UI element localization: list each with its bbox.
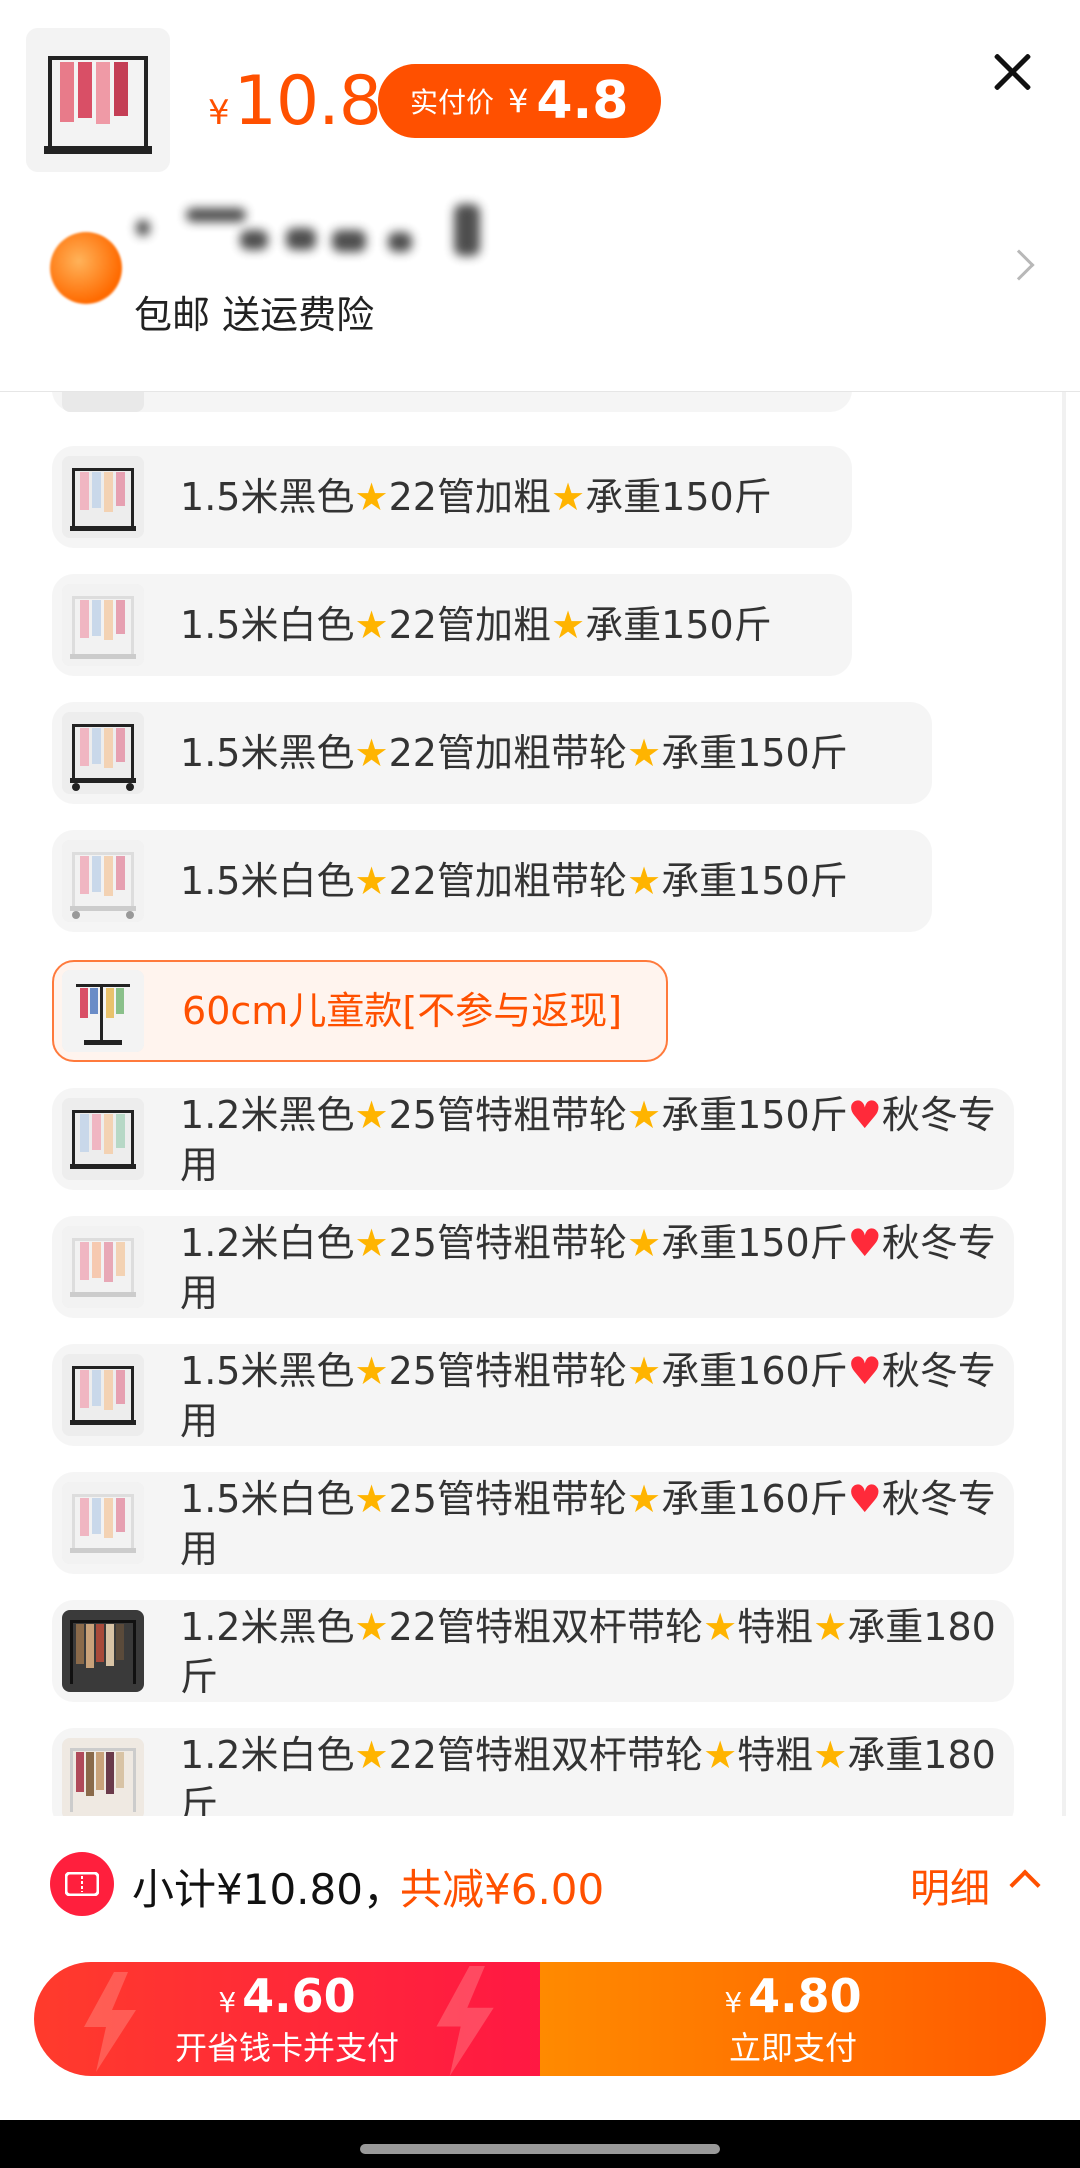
option-label: 1.5米白色★25管特粗带轮★承重160斤♥秋冬专用 (180, 1477, 996, 1571)
discount-text: 共减¥6.00 (400, 1865, 605, 1914)
pay-now-amount: ¥4.80 (724, 1971, 861, 2028)
sku-option[interactable]: 1.5米黑色★25管特粗带轮★承重160斤♥秋冬专用 (52, 1344, 1014, 1446)
option-label: 1.5米黑色★25管特粗带轮★承重160斤♥秋冬专用 (180, 1349, 996, 1443)
option-label: 1.5米黑色★22管加粗带轮★承重150斤 (180, 731, 848, 775)
option-label: 1.2米黑色★22管特粗双杆带轮★特粗★承重180斤 (180, 1605, 996, 1699)
option-thumbnail (62, 584, 144, 666)
sku-option[interactable]: 1.5米黑色★22管加粗★承重150斤 (52, 446, 852, 548)
sku-option[interactable]: 1.2米黑色★25管特粗带轮★承重150斤♥秋冬专用 (52, 1088, 1014, 1190)
savings-pay-amount: ¥4.60 (218, 1971, 355, 2028)
savings-pay-currency: ¥ (218, 1985, 237, 2019)
bolt-icon (436, 1966, 494, 2076)
shop-name-redacted (136, 204, 486, 260)
option-thumbnail (62, 1354, 144, 1436)
pay-now-currency: ¥ (724, 1985, 743, 2019)
savings-pay-label: 开省钱卡并支付 (174, 2028, 399, 2067)
sku-option[interactable]: 1.5米白色★25管特粗带轮★承重160斤♥秋冬专用 (52, 1472, 1014, 1574)
sku-header: ¥ 10.8 实付价 ¥ 4.8 包邮 送运费险 (0, 0, 1080, 392)
watermark: zhizhizhi.com (920, 2088, 1080, 2116)
option-label: 60cm儿童款[不参与返现] (182, 989, 623, 1033)
sku-option[interactable]: 1.5米白色★22管加粗带轮★承重150斤 (52, 830, 932, 932)
pay-now-label: 立即支付 (728, 2028, 857, 2067)
actual-paid-badge: 实付价 ¥ 4.8 (378, 64, 661, 138)
option-label: 1.2米黑色★25管特粗带轮★承重150斤♥秋冬专用 (180, 1093, 996, 1187)
pay-now-value: 4.80 (748, 1968, 862, 2023)
product-price: ¥ 10.8 (208, 62, 382, 141)
price-value: 10.8 (233, 62, 382, 141)
option-thumbnail (62, 1098, 144, 1180)
checkout-bar: 小计¥10.80， 共减¥6.00 明细 ¥4.60 开省钱卡并支付 ¥4.80… (0, 1816, 1080, 2168)
bolt-icon (84, 1972, 136, 2072)
sku-option[interactable]: 1.2米白色★25管特粗带轮★承重150斤♥秋冬专用 (52, 1216, 1014, 1318)
scrollbar[interactable] (1062, 392, 1066, 1816)
option-label: 1.5米白色★22管加粗★承重150斤 (180, 603, 772, 647)
paid-value: 4.8 (536, 71, 629, 131)
option-label: 1.2米白色★25管特粗带轮★承重150斤♥秋冬专用 (180, 1221, 996, 1315)
option-label: 1.2米白色★22管特粗双杆带轮★特粗★承重180斤 (180, 1733, 996, 1816)
option-thumbnail (62, 1482, 144, 1564)
option-label: 1.5米黑色★22管加粗★承重150斤 (180, 475, 772, 519)
option-thumbnail (62, 392, 144, 412)
paid-label: 实付价 (410, 86, 495, 119)
paid-currency: ¥ (508, 82, 529, 120)
option-thumbnail (62, 970, 144, 1052)
close-icon[interactable] (988, 48, 1036, 96)
pay-now-button[interactable]: ¥4.80 立即支付 (540, 1962, 1046, 2076)
savings-pay-value: 4.60 (242, 1968, 356, 2023)
sku-option[interactable]: 1.2米白色★22管特粗双杆带轮★特粗★承重180斤 (52, 1728, 1014, 1816)
option-thumbnail (62, 1226, 144, 1308)
subtotal-text: 小计¥10.80， (132, 1865, 405, 1914)
detail-button[interactable]: 明细 (910, 1856, 990, 1914)
product-thumbnail[interactable] (26, 28, 170, 172)
sku-option-partial[interactable] (52, 392, 852, 412)
option-thumbnail (62, 840, 144, 922)
option-label: 1.5米白色★22管加粗带轮★承重150斤 (180, 859, 848, 903)
option-thumbnail (62, 456, 144, 538)
shipping-info: 包邮 送运费险 (134, 293, 375, 337)
sku-option-list[interactable]: 1.5米黑色★22管加粗★承重150斤 1.5米白色★22管加粗★承重150斤 … (0, 392, 1080, 1816)
sku-option[interactable]: 1.5米白色★22管加粗★承重150斤 (52, 574, 852, 676)
option-thumbnail (62, 712, 144, 794)
shop-avatar (50, 232, 122, 304)
sku-option[interactable]: 1.5米黑色★22管加粗带轮★承重150斤 (52, 702, 932, 804)
pay-button-group: ¥4.60 开省钱卡并支付 ¥4.80 立即支付 (34, 1962, 1046, 2076)
sku-option[interactable]: 1.2米黑色★22管特粗双杆带轮★特粗★承重180斤 (52, 1600, 1014, 1702)
sku-option-selected[interactable]: 60cm儿童款[不参与返现] (52, 960, 668, 1062)
coupon-icon (50, 1852, 114, 1916)
chevron-right-icon[interactable] (1003, 249, 1035, 281)
price-currency: ¥ (208, 93, 230, 133)
chevron-up-icon[interactable] (1009, 1869, 1041, 1901)
option-thumbnail (62, 1610, 144, 1692)
home-handle[interactable] (360, 2144, 720, 2154)
pay-with-savings-card-button[interactable]: ¥4.60 开省钱卡并支付 (34, 1962, 540, 2076)
option-thumbnail (62, 1738, 144, 1816)
